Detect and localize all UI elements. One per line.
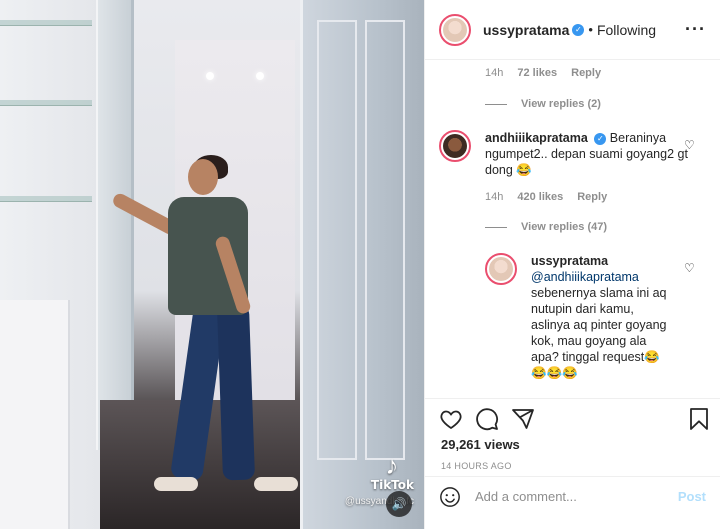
reply-button[interactable]: Reply: [577, 191, 607, 203]
like-comment-heart-icon[interactable]: ♡: [684, 261, 695, 275]
share-icon[interactable]: [511, 407, 535, 431]
glass-shelf: [0, 196, 92, 202]
following-button[interactable]: Following: [597, 22, 656, 38]
mention-link[interactable]: @andhiiikapratama: [531, 270, 639, 284]
view-replies-label: View replies (47): [521, 221, 608, 233]
view-replies-label: View replies (2): [521, 98, 601, 110]
shoe: [154, 477, 198, 491]
comment-input[interactable]: [475, 489, 678, 504]
comment: andhiiikapratama ✓ Beraninya ngumpet2.. …: [439, 130, 694, 178]
view-replies[interactable]: View replies (2): [485, 98, 601, 110]
view-replies-line: [485, 226, 507, 228]
header-username[interactable]: ussypratama: [483, 22, 569, 38]
mirror-door: [96, 0, 134, 450]
post-header: ussypratama ✓ • Following ···: [425, 0, 720, 60]
comment-body: sebenernya slama ini aq nutupin dari kam…: [531, 286, 667, 380]
verified-icon: ✓: [572, 23, 585, 36]
bookmark-icon[interactable]: [687, 407, 711, 431]
avatar[interactable]: [439, 13, 471, 46]
reply-button[interactable]: Reply: [571, 67, 601, 79]
view-replies-line: [485, 103, 507, 105]
comment-username[interactable]: andhiiikapratama: [485, 131, 588, 145]
glass-shelf: [0, 20, 92, 26]
leg: [216, 304, 256, 481]
glass-shelf: [0, 100, 92, 106]
comments-list[interactable]: 14h 72 likes Reply View replies (2) andh…: [425, 60, 720, 398]
door-pane: [365, 20, 405, 460]
mirror-door: [300, 0, 424, 529]
comment-text: andhiiikapratama ✓ Beraninya ngumpet2.. …: [485, 130, 690, 178]
emoji-icon[interactable]: [439, 486, 461, 508]
post-video[interactable]: ♪ TikTok @ussyandh...fc 🔊: [0, 0, 424, 529]
ellipsis-icon[interactable]: ···: [685, 19, 706, 40]
comment-time: 14h: [485, 67, 504, 79]
post-button[interactable]: Post: [678, 489, 706, 504]
ceiling-light: [256, 72, 264, 80]
comment-meta: 14h 72 likes Reply: [485, 67, 601, 79]
view-replies[interactable]: View replies (47): [485, 221, 607, 233]
heart-icon[interactable]: [439, 407, 463, 431]
comment-icon[interactable]: [475, 407, 499, 431]
head: [188, 159, 218, 195]
shoe: [254, 477, 298, 491]
comment-text: ussypratama @andhiiikapratama sebenernya…: [531, 253, 673, 381]
reply-comment: ussypratama @andhiiikapratama sebenernya…: [485, 253, 695, 381]
ceiling-light: [206, 72, 214, 80]
dancer: [110, 155, 298, 500]
tiktok-brand: TikTok: [370, 478, 414, 492]
speaker-icon[interactable]: 🔊: [386, 491, 412, 517]
comment-likes[interactable]: 420 likes: [517, 191, 563, 203]
comment-likes[interactable]: 72 likes: [517, 67, 557, 79]
verified-icon: ✓: [594, 132, 607, 145]
post-panel: ussypratama ✓ • Following ··· 14h 72 lik…: [424, 0, 720, 529]
comment-meta: 14h 420 likes Reply: [485, 191, 607, 203]
avatar[interactable]: [485, 253, 517, 285]
comment-username[interactable]: ussypratama: [531, 254, 608, 268]
views-count[interactable]: 29,261 views: [441, 437, 520, 452]
door-pane: [317, 20, 357, 460]
cabinet: [0, 300, 70, 529]
post-timestamp: 14 HOURS AGO: [441, 461, 512, 471]
add-comment-bar: Post: [425, 476, 720, 516]
like-comment-heart-icon[interactable]: ♡: [684, 138, 695, 152]
separator-dot: •: [588, 22, 593, 37]
tiktok-note-icon: ♪: [385, 450, 399, 480]
comment-time: 14h: [485, 191, 504, 203]
post-actions: 29,261 views 14 HOURS AGO Post: [425, 398, 720, 516]
avatar[interactable]: [439, 130, 471, 162]
